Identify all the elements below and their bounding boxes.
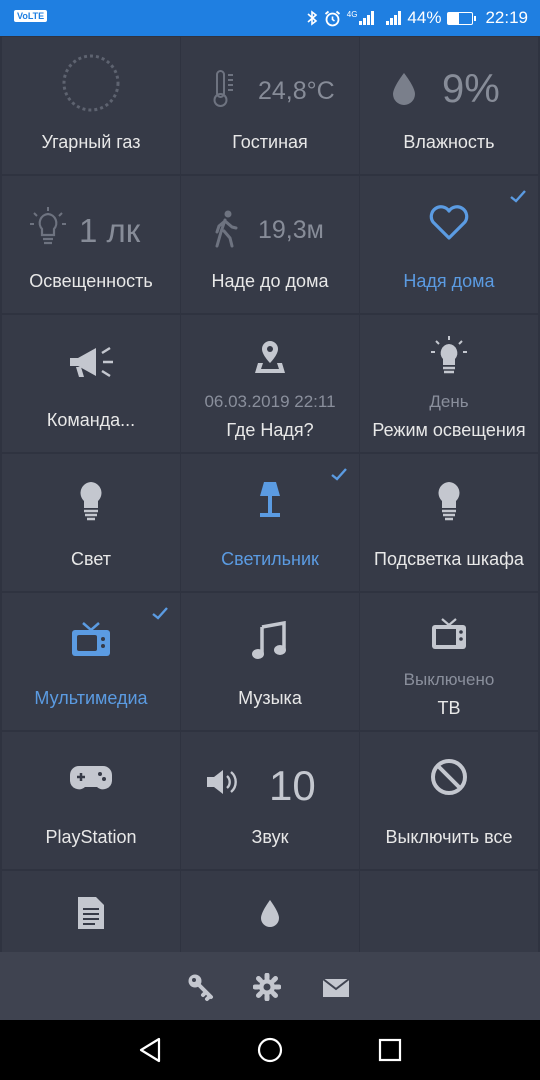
map-location-icon	[255, 341, 285, 373]
checkmark-icon	[510, 190, 526, 203]
gamepad-icon	[70, 766, 112, 790]
tile-label: Выключить все	[385, 827, 513, 847]
signal-icon	[359, 11, 375, 25]
thermometer-icon	[213, 70, 233, 107]
tile-label: Светильник	[221, 549, 319, 569]
moon-icon	[448, 897, 467, 935]
recents-icon[interactable]	[378, 1038, 402, 1062]
speaker-icon	[207, 770, 237, 794]
light-mode-value: День	[429, 392, 469, 411]
volte-badge: VoLTE	[14, 10, 48, 22]
tile-temperature[interactable]: 24,8°C Гостиная	[181, 37, 359, 174]
mail-icon[interactable]	[322, 978, 350, 998]
tile-command[interactable]: Команда...	[2, 315, 180, 452]
tile-label: Звук	[251, 827, 289, 847]
tile-label: Свет	[70, 549, 112, 569]
block-icon	[431, 759, 467, 795]
network-type: 4G	[346, 9, 358, 19]
table-lamp-icon	[260, 482, 280, 517]
tile-carbon-monoxide[interactable]: Угарный газ	[2, 37, 180, 174]
key-icon[interactable]	[186, 972, 214, 1002]
tile-all-off[interactable]: Выключить все	[360, 732, 538, 869]
tile-label: Музыка	[238, 688, 302, 708]
tile-label: Освещенность	[29, 271, 153, 291]
tv-status: Выключено	[403, 670, 495, 689]
humidity-value: 9%	[442, 67, 500, 111]
tile-label: Надя дома	[403, 271, 495, 291]
tile-humidity[interactable]: 9% Влажность	[360, 37, 538, 174]
checkmark-icon	[152, 607, 168, 620]
status-bar: VoLTE 4G 44% 22:19	[0, 0, 540, 36]
battery-icon	[447, 11, 477, 25]
tile-sound[interactable]: 10 Звук	[181, 732, 359, 869]
tile-label: PlayStation	[45, 827, 137, 847]
tile-illuminance[interactable]: 1 лк Освещенность	[2, 176, 180, 313]
illuminance-value: 1 лк	[79, 212, 141, 249]
clock: 22:19	[485, 8, 528, 27]
bulb-rays-icon	[30, 207, 66, 245]
tile-wardrobe-light[interactable]: Подсветка шкафа	[360, 454, 538, 591]
bulb-icon	[80, 482, 102, 521]
drop-icon	[261, 900, 279, 927]
tile-label: Подсветка шкафа	[374, 549, 524, 569]
tv-icon	[432, 618, 466, 649]
bulb-icon	[438, 482, 460, 521]
tile-nadya-home[interactable]: Надя дома	[360, 176, 538, 313]
tile-label: Влажность	[403, 132, 495, 152]
tile-multimedia[interactable]: Мультимедиа	[2, 593, 180, 730]
tile-label: Режим освещения	[372, 420, 526, 440]
tile-label: Наде до дома	[211, 271, 329, 291]
signal-icon-2	[386, 11, 402, 25]
tile-tv[interactable]: Выключено ТВ	[360, 593, 538, 730]
bluetooth-icon	[307, 10, 318, 26]
status-icons: 4G 44% 22:19	[306, 8, 528, 28]
tile-label: Гостиная	[232, 132, 308, 152]
distance-value: 19,3м	[258, 216, 324, 244]
back-icon[interactable]	[138, 1037, 162, 1063]
document-icon	[78, 897, 104, 929]
temperature-value: 24,8°C	[258, 77, 335, 105]
megaphone-icon	[70, 346, 113, 378]
volume-value: 10	[269, 762, 316, 809]
tile-where-nadya[interactable]: 06.03.2019 22:11 Где Надя?	[181, 315, 359, 452]
tile-night[interactable]	[360, 871, 538, 952]
bulb-rays-icon	[431, 336, 467, 374]
tile-grid: Угарный газ 24,8°C Гостиная 9% Влажность…	[0, 36, 540, 952]
tile-lamp[interactable]: Светильник	[181, 454, 359, 591]
tile-light-mode[interactable]: День Режим освещения	[360, 315, 538, 452]
heart-icon	[429, 205, 469, 240]
alarm-icon	[324, 10, 340, 26]
system-nav-bar	[0, 1020, 540, 1080]
bottom-toolbar	[0, 952, 540, 1020]
music-note-icon	[252, 621, 286, 659]
tv-icon	[72, 622, 110, 656]
gear-icon[interactable]	[253, 973, 281, 1001]
tile-auto[interactable]	[181, 871, 359, 952]
co-sensor-icon	[62, 54, 120, 112]
battery-percent: 44%	[407, 8, 442, 27]
location-timestamp: 06.03.2019 22:11	[204, 392, 336, 411]
tile-label: Где Надя?	[226, 420, 314, 440]
tile-document[interactable]	[2, 871, 180, 952]
tile-label: Команда...	[46, 410, 136, 430]
tile-label: Угарный газ	[41, 132, 141, 152]
walking-person-icon	[215, 210, 238, 248]
tile-playstation[interactable]: PlayStation	[2, 732, 180, 869]
tile-light[interactable]: Свет	[2, 454, 180, 591]
drop-icon	[393, 73, 415, 105]
tile-music[interactable]: Музыка	[181, 593, 359, 730]
checkmark-icon	[331, 468, 347, 481]
tile-label: ТВ	[437, 698, 461, 718]
tile-label: Мультимедиа	[34, 688, 148, 708]
home-icon[interactable]	[257, 1037, 283, 1063]
tile-distance[interactable]: 19,3м Наде до дома	[181, 176, 359, 313]
